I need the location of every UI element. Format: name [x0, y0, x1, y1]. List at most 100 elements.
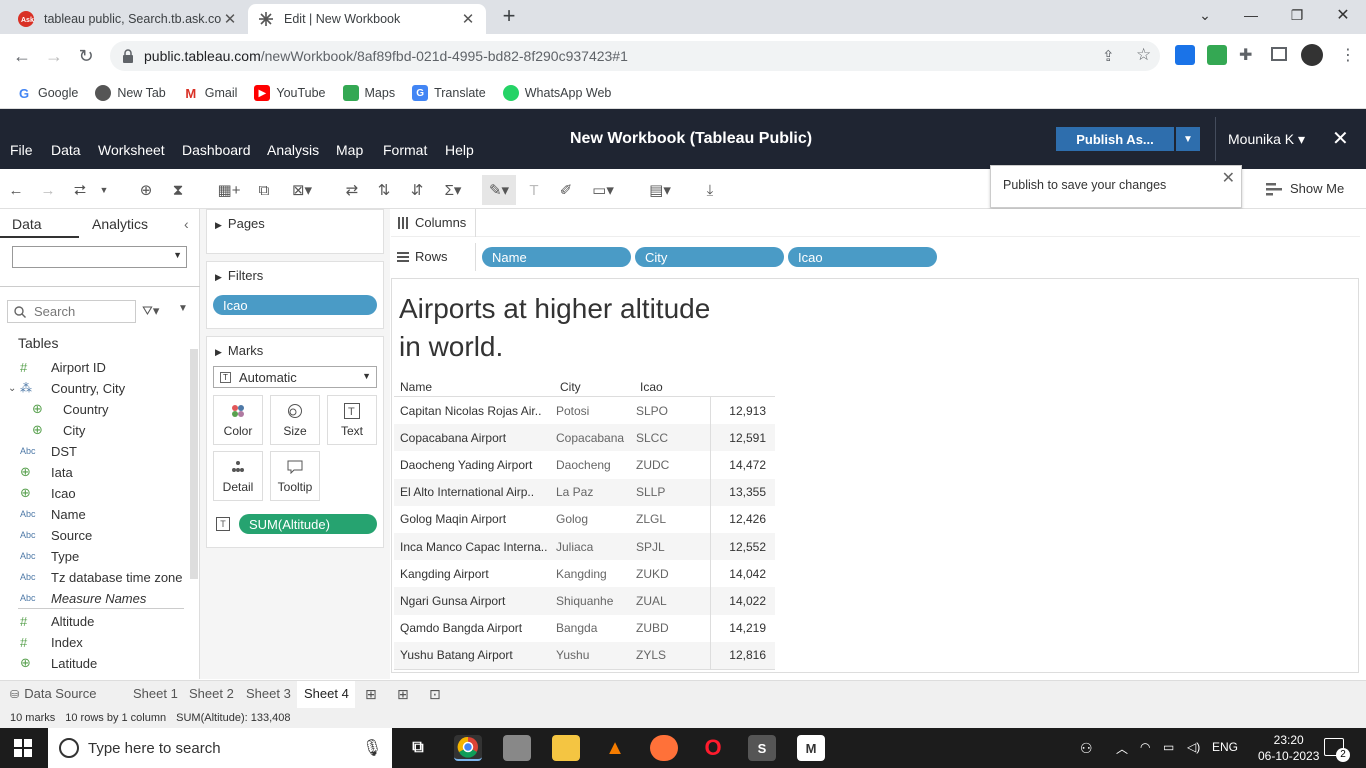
- menu-file[interactable]: File: [10, 142, 33, 158]
- filters-card[interactable]: ▶ Filters Icao: [206, 261, 384, 329]
- address-bar[interactable]: public.tableau.com/newWorkbook/8af89fbd-…: [110, 41, 1160, 71]
- tab-sheet-1[interactable]: Sheet 1: [133, 686, 178, 701]
- table-row[interactable]: El Alto International Airp.. La Paz SLLP 13…: [394, 478, 775, 506]
- field-latitude[interactable]: ⊕ Latitude: [20, 654, 97, 672]
- marks-pill-sum-altitude[interactable]: SUM(Altitude): [239, 514, 377, 534]
- marks-detail-button[interactable]: Detail: [213, 451, 263, 501]
- pause-updates-icon[interactable]: ⧗: [168, 181, 188, 199]
- duplicate-sheet-icon[interactable]: ⧉: [254, 181, 274, 199]
- rows-shelf[interactable]: Rows Name City Icao: [391, 243, 1360, 271]
- bookmark-youtube[interactable]: ▶ YouTube: [254, 85, 326, 101]
- marks-color-button[interactable]: Color: [213, 395, 263, 445]
- sort-descending-icon[interactable]: ⇵: [407, 181, 427, 199]
- field-measure-names[interactable]: Abc Measure Names: [20, 589, 146, 607]
- publish-dropdown-chevron-icon[interactable]: ▼: [1176, 127, 1200, 151]
- table-row[interactable]: Inca Manco Capac Interna.. Juliaca SPJL 12,…: [394, 533, 775, 561]
- mark-type-select[interactable]: T Automatic ▼: [213, 366, 377, 388]
- people-icon[interactable]: ⚇: [1080, 740, 1093, 757]
- menu-data[interactable]: Data: [51, 142, 81, 158]
- field-type[interactable]: Abc Type: [20, 547, 79, 565]
- extensions-puzzle-icon[interactable]: ✚: [1239, 45, 1252, 65]
- side-panel-icon[interactable]: [1271, 47, 1287, 61]
- microphone-icon[interactable]: 🎙: [362, 738, 382, 758]
- table-row[interactable]: Kangding Airport Kangding ZUKD 14,042: [394, 560, 775, 588]
- marks-tooltip-button[interactable]: Tooltip: [270, 451, 320, 501]
- bookmark-star-icon[interactable]: ☆: [1136, 45, 1151, 65]
- field-index[interactable]: # Index: [20, 633, 83, 651]
- language-indicator[interactable]: ENG: [1212, 740, 1238, 754]
- back-icon[interactable]: ←: [10, 44, 34, 68]
- totals-icon[interactable]: Σ▾: [440, 181, 466, 199]
- table-row[interactable]: Daocheng Yading Airport Daocheng ZUDC 14,47…: [394, 451, 775, 479]
- presentation-icon[interactable]: ▤▾: [644, 181, 676, 199]
- view-options-chevron-icon[interactable]: ▼: [178, 303, 188, 314]
- swap-rows-columns-icon[interactable]: ⇄: [342, 181, 362, 199]
- replay-icon[interactable]: ⮂: [70, 181, 90, 199]
- menu-dashboard[interactable]: Dashboard: [182, 142, 251, 158]
- field-name[interactable]: Abc Name: [20, 505, 86, 523]
- close-editor-icon[interactable]: ✕: [1332, 126, 1349, 151]
- rows-pill-icao[interactable]: Icao: [788, 247, 937, 267]
- vlc-icon[interactable]: ▲: [601, 735, 629, 761]
- collapse-caret-icon[interactable]: ▶: [215, 272, 222, 282]
- field-altitude[interactable]: # Altitude: [20, 612, 94, 630]
- field-iata[interactable]: ⊕ Iata: [20, 463, 73, 481]
- publish-as-button[interactable]: Publish As...: [1056, 127, 1174, 151]
- minimize-icon[interactable]: —: [1228, 0, 1274, 30]
- app-m-icon[interactable]: M: [797, 735, 825, 761]
- close-window-icon[interactable]: ✕: [1320, 0, 1366, 30]
- sublime-icon[interactable]: S: [748, 735, 776, 761]
- redo-icon[interactable]: →: [38, 181, 58, 199]
- tab-search-chevron-icon[interactable]: ⌄: [1182, 0, 1228, 30]
- tab-analytics[interactable]: Analytics: [92, 216, 148, 232]
- restore-icon[interactable]: ❐: [1274, 0, 1320, 30]
- table-row[interactable]: Golog Maqin Airport Golog ZLGL 12,426: [394, 505, 775, 533]
- collapse-pane-icon[interactable]: ‹: [184, 216, 189, 232]
- field-icao[interactable]: ⊕ Icao: [20, 484, 76, 502]
- menu-help[interactable]: Help: [445, 142, 474, 158]
- replay-dropdown-icon[interactable]: ▼: [94, 181, 114, 199]
- undo-icon[interactable]: ←: [6, 181, 26, 199]
- close-tab-icon[interactable]: ✕: [460, 10, 476, 28]
- field-tz-database-time-zone[interactable]: Abc Tz database time zone: [20, 568, 183, 586]
- bookmark-whatsapp[interactable]: WhatsApp Web: [502, 85, 611, 101]
- pages-card[interactable]: ▶ Pages: [206, 209, 384, 254]
- bookmark-translate[interactable]: G Translate: [412, 85, 486, 101]
- table-row[interactable]: Yushu Batang Airport Yushu ZYLS 12,816: [394, 641, 775, 669]
- new-tab-button[interactable]: +: [498, 5, 520, 28]
- rows-pill-name[interactable]: Name: [482, 247, 631, 267]
- file-explorer-icon[interactable]: [552, 735, 580, 761]
- volume-icon[interactable]: ◁): [1187, 740, 1200, 754]
- task-view-icon[interactable]: ⧉: [404, 735, 432, 761]
- fit-icon[interactable]: ▭▾: [588, 181, 618, 199]
- user-menu[interactable]: Mounika K ▾: [1228, 131, 1305, 148]
- field-city[interactable]: ⊕ City: [32, 421, 85, 439]
- table-row[interactable]: Capitan Nicolas Rojas Air.. Potosi SLPO 12,…: [394, 397, 775, 425]
- new-story-tab-icon[interactable]: ⊡: [429, 686, 441, 703]
- data-source-select[interactable]: ▼: [12, 246, 187, 268]
- bookmark-gmail[interactable]: M Gmail: [183, 85, 237, 101]
- tab-sheet-3[interactable]: Sheet 3: [246, 686, 291, 701]
- menu-worksheet[interactable]: Worksheet: [98, 142, 165, 158]
- table-row[interactable]: Qamdo Bangda Airport Bangda ZUBD 14,219: [394, 614, 775, 642]
- columns-shelf[interactable]: Columns: [391, 209, 1360, 237]
- field-country-city[interactable]: ⌄ ⁂ Country, City: [8, 379, 125, 397]
- data-pane-scrollbar[interactable]: [190, 349, 198, 579]
- new-worksheet-tab-icon[interactable]: ⊞: [365, 686, 377, 703]
- tab-sheet-4[interactable]: Sheet 4: [304, 686, 349, 701]
- tooltip-close-icon[interactable]: ✕: [1222, 168, 1235, 188]
- chrome-taskbar-icon[interactable]: [454, 735, 482, 761]
- filter-pill-icao[interactable]: Icao: [213, 295, 377, 315]
- field-dst[interactable]: Abc DST: [20, 442, 77, 460]
- menu-format[interactable]: Format: [383, 142, 427, 158]
- show-me-button[interactable]: Show Me: [1266, 181, 1344, 196]
- close-tab-icon[interactable]: ✕: [222, 10, 238, 28]
- bookmark-maps[interactable]: Maps: [342, 85, 395, 101]
- share-icon[interactable]: ⇪: [1102, 47, 1115, 65]
- marks-size-button[interactable]: Size: [270, 395, 320, 445]
- sort-ascending-icon[interactable]: ⇅: [374, 181, 394, 199]
- field-country[interactable]: ⊕ Country: [32, 400, 109, 418]
- profile-avatar[interactable]: [1301, 44, 1323, 66]
- viz-title[interactable]: Airports at higher altitude in world.: [399, 290, 799, 366]
- battery-icon[interactable]: ▭: [1163, 740, 1174, 754]
